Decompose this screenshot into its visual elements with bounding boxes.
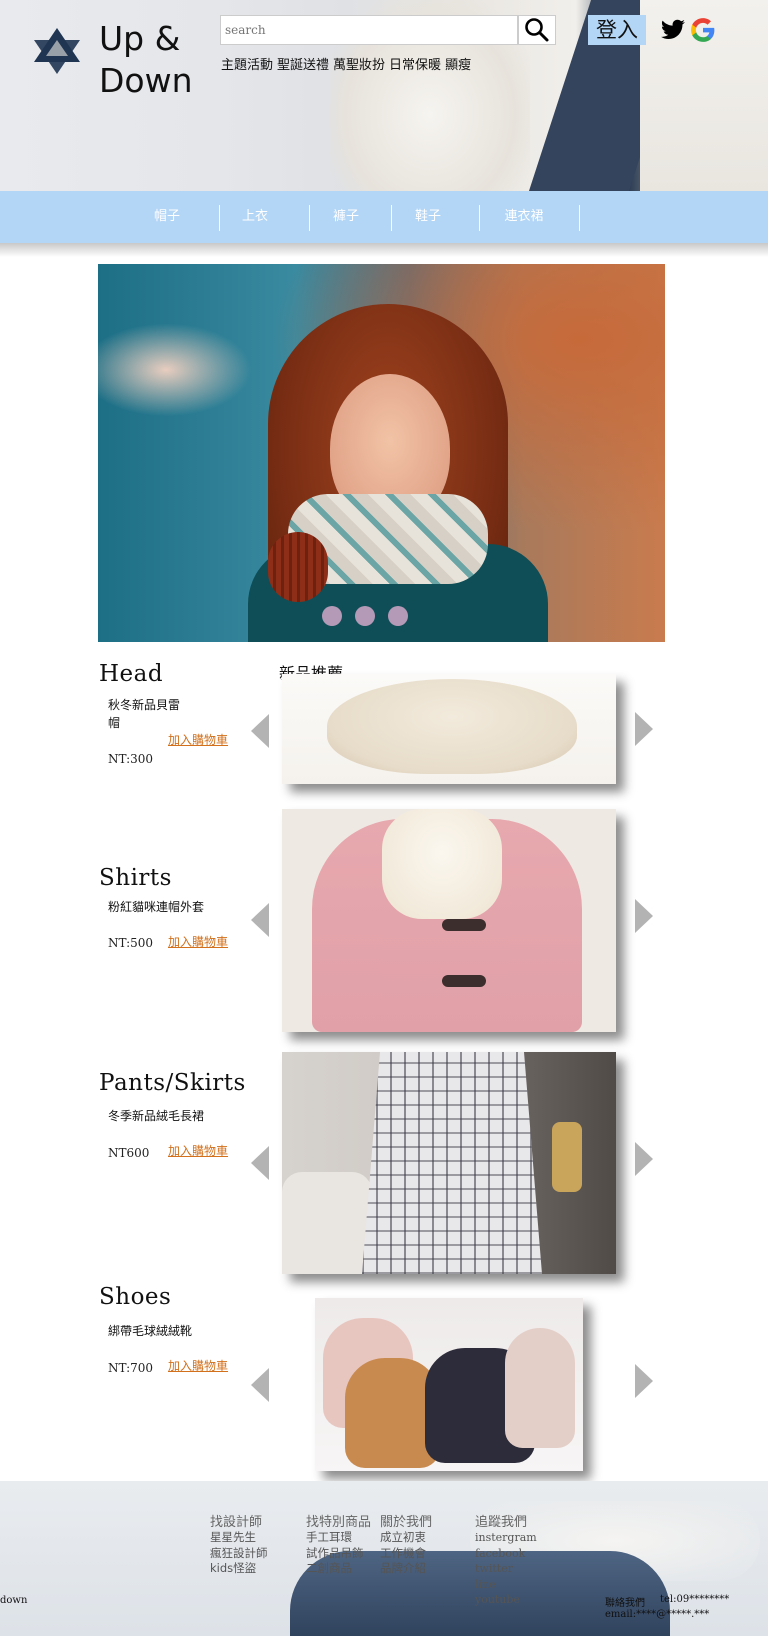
nav-item-pants[interactable]: 褲子 <box>310 191 382 243</box>
section-title-pants: Pants/Skirts <box>99 1070 246 1096</box>
footer-link-facebook[interactable]: facebook <box>475 1546 537 1562</box>
add-to-cart-link-skirt[interactable]: 加入購物車 <box>168 1142 228 1159</box>
product-name-beret: 秋冬新品貝雷帽 <box>108 698 181 730</box>
logo-line-1: Up & <box>99 19 181 58</box>
footer-link[interactable]: 瘋狂設計師 <box>210 1546 268 1562</box>
logo-star-icon[interactable] <box>32 28 82 74</box>
prev-arrow-icon[interactable] <box>251 714 269 748</box>
contact-email: email:****@*****.*** <box>605 1609 710 1620</box>
carousel-dot-1[interactable] <box>322 606 342 626</box>
plaid-skirt-shape <box>362 1052 542 1274</box>
top-link-christmas[interactable]: 聖誕送禮 <box>277 54 329 73</box>
search-icon <box>525 18 549 42</box>
product-price-beret: NT:300 <box>108 752 154 766</box>
footer-col-products: 找特別商品 手工耳環 試作品吊飾 二創商品 <box>306 1511 371 1577</box>
nav-item-shoes[interactable]: 鞋子 <box>392 191 464 243</box>
prev-arrow-icon[interactable] <box>251 1368 269 1402</box>
nav-item-tops[interactable]: 上衣 <box>220 191 290 243</box>
logo-line-2: Down <box>99 61 193 100</box>
contact-tel: tel:09******** <box>660 1594 730 1605</box>
footer-link[interactable]: 工作機會 <box>380 1546 432 1562</box>
add-to-cart-link-beret[interactable]: 加入購物車 <box>168 731 228 748</box>
footer-left-text: down <box>0 1595 28 1606</box>
coat-toggle <box>442 975 486 987</box>
category-nav <box>0 191 768 243</box>
footer-col-follow: 追蹤我們 instergram facebook twitter line yo… <box>475 1511 537 1608</box>
footer-link[interactable]: 二創商品 <box>306 1561 371 1577</box>
coat-hood-fur <box>382 809 502 919</box>
nav-divider <box>579 205 580 231</box>
next-arrow-icon[interactable] <box>635 899 653 933</box>
search-input[interactable] <box>221 16 525 44</box>
contact-label[interactable]: 聯絡我們 <box>605 1594 645 1609</box>
product-image-boots[interactable] <box>315 1298 583 1471</box>
footer-col-designers: 找設計師 星星先生 瘋狂設計師 kids怪盜 <box>210 1511 268 1577</box>
beret-shape <box>327 679 577 774</box>
footer-link[interactable]: 手工耳環 <box>306 1530 371 1546</box>
product-price-boots: NT:700 <box>108 1361 154 1375</box>
twitter-icon[interactable] <box>660 17 686 43</box>
google-icon[interactable] <box>690 17 716 43</box>
footer-link[interactable]: 星星先生 <box>210 1530 268 1546</box>
product-name-skirt: 冬季新品絨毛長裙 <box>108 1109 205 1123</box>
login-button[interactable]: 登入 <box>588 15 646 45</box>
top-link-warm[interactable]: 日常保暖 <box>389 54 441 73</box>
footer-heading: 關於我們 <box>380 1515 433 1530</box>
footer-link[interactable]: 品牌介紹 <box>380 1561 432 1577</box>
section-title-shirts: Shirts <box>99 865 172 891</box>
footer-link-instagram[interactable]: instergram <box>475 1530 537 1546</box>
product-price-skirt: NT600 <box>108 1146 150 1160</box>
section-title-shoes: Shoes <box>99 1284 172 1310</box>
footer-col-about: 關於我們 成立初衷 工作機會 品牌介紹 <box>380 1511 432 1577</box>
hero-glove <box>268 532 328 602</box>
add-to-cart-link-boots[interactable]: 加入購物車 <box>168 1357 228 1374</box>
vase-shape <box>552 1122 582 1192</box>
search-field[interactable] <box>220 15 525 45</box>
product-image-skirt[interactable] <box>282 1052 616 1274</box>
next-arrow-icon[interactable] <box>635 712 653 746</box>
carousel-dot-3[interactable] <box>388 606 408 626</box>
product-name-boots: 綁帶毛球絨絨靴 <box>108 1324 193 1338</box>
add-to-cart-link-coat[interactable]: 加入購物車 <box>168 933 228 950</box>
carousel-dot-2[interactable] <box>355 606 375 626</box>
product-image-beret[interactable] <box>282 674 616 784</box>
coat-toggle <box>442 919 486 931</box>
top-link-slim[interactable]: 顯瘦 <box>445 54 471 73</box>
footer-link-line[interactable]: line <box>475 1577 537 1593</box>
top-link-events[interactable]: 主題活動 <box>221 54 273 73</box>
logo-text[interactable]: Up & Down <box>99 18 193 102</box>
chair-shape <box>282 1172 372 1274</box>
footer-heading: 找特別商品 <box>306 1515 372 1530</box>
next-arrow-icon[interactable] <box>635 1364 653 1398</box>
footer-link-twitter[interactable]: twitter <box>475 1561 537 1577</box>
nav-item-hats[interactable]: 帽子 <box>130 191 204 243</box>
product-image-coat[interactable] <box>282 809 616 1032</box>
search-button[interactable] <box>518 15 556 45</box>
footer-link-youtube[interactable]: youtube <box>475 1592 537 1608</box>
nav-item-dresses[interactable]: 連衣裙 <box>480 191 568 243</box>
next-arrow-icon[interactable] <box>635 1142 653 1176</box>
section-title-head: Head <box>99 661 164 687</box>
top-links: 主題活動 聖誕送禮 萬聖妝扮 日常保暖 顯瘦 <box>221 54 471 73</box>
product-price-coat: NT:500 <box>108 936 154 950</box>
footer-heading: 找設計師 <box>210 1515 263 1530</box>
top-link-halloween[interactable]: 萬聖妝扮 <box>333 54 385 73</box>
footer-heading: 追蹤我們 <box>475 1515 528 1530</box>
hero-carousel-image[interactable] <box>98 264 665 642</box>
footer-link[interactable]: 成立初衷 <box>380 1530 432 1546</box>
prev-arrow-icon[interactable] <box>251 903 269 937</box>
boot-pink-right <box>505 1328 575 1448</box>
footer-link[interactable]: kids怪盜 <box>210 1561 268 1577</box>
product-name-coat: 粉紅貓咪連帽外套 <box>108 900 205 914</box>
prev-arrow-icon[interactable] <box>251 1146 269 1180</box>
nav-shadow <box>0 243 768 257</box>
footer-link[interactable]: 試作品吊飾 <box>306 1546 371 1562</box>
